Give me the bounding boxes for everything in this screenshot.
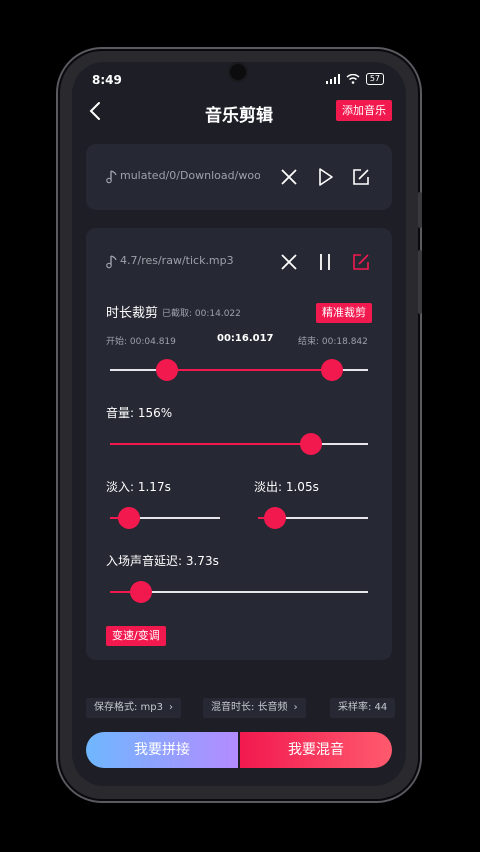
volume-button (418, 250, 422, 314)
delay-handle[interactable] (129, 581, 152, 603)
chip-label: 采样率: 44 (338, 702, 388, 713)
power-button (418, 192, 422, 228)
mix-duration-chip[interactable]: 混音时长: 长音频 › (203, 698, 306, 718)
signal-icon (325, 74, 340, 84)
volume-slider[interactable] (110, 432, 368, 456)
track-row-1: mulated/0/Download/wood (86, 162, 392, 192)
fade-out-handle[interactable] (263, 507, 286, 529)
close-icon[interactable] (278, 166, 300, 188)
volume-label: 音量: 156% (106, 406, 173, 420)
chevron-right-icon: › (169, 702, 173, 713)
trim-start: 开始: 00:04.819 (106, 337, 176, 347)
pause-icon[interactable] (314, 251, 336, 273)
trim-cut-info: 已截取: 00:14.022 (162, 309, 241, 319)
fade-in-label: 淡入: 1.17s (106, 480, 171, 494)
track-row-2: 4.7/res/raw/tick.mp3 (86, 247, 392, 277)
chip-label: 保存格式: mp3 (94, 702, 163, 713)
status-bar: 8:49 57 (72, 62, 406, 98)
sample-rate-chip[interactable]: 采样率: 44 (330, 698, 396, 718)
edit-icon[interactable] (350, 166, 372, 188)
status-time: 8:49 (92, 73, 122, 87)
trim-label: 时长裁剪 (106, 306, 159, 321)
music-note-icon (106, 255, 117, 269)
delay-slider[interactable] (110, 580, 368, 604)
chevron-right-icon: › (293, 702, 298, 713)
trim-current: 00:16.017 (217, 333, 274, 344)
chip-label: 混音时长: 长音频 (211, 702, 288, 713)
precise-trim-button[interactable]: 精准裁剪 (316, 303, 372, 323)
close-icon[interactable] (278, 251, 300, 273)
edit-icon[interactable] (350, 251, 372, 273)
battery-icon: 57 (365, 73, 384, 85)
volume-handle[interactable] (300, 433, 323, 455)
play-icon[interactable] (314, 166, 336, 188)
track-card-1: mulated/0/Download/wood (86, 144, 392, 210)
music-note-icon (106, 170, 117, 184)
speed-pitch-button[interactable]: 变速/变调 (106, 626, 166, 646)
splice-button[interactable]: 我要拼接 (86, 732, 238, 768)
mix-button[interactable]: 我要混音 (240, 732, 392, 768)
fade-out-slider[interactable] (258, 506, 368, 530)
delay-label: 入场声音延迟: 3.73s (106, 554, 219, 568)
fade-in-slider[interactable] (110, 506, 220, 530)
wifi-icon (346, 74, 360, 84)
format-chip[interactable]: 保存格式: mp3 › (86, 698, 181, 718)
settings-chips: 保存格式: mp3 › 混音时长: 长音频 › 采样率: 44 (86, 698, 406, 720)
screen: 8:49 57 音乐剪辑 添加音乐 mulated/0/Download/woo… (72, 62, 406, 786)
track-path: 4.7/res/raw/tick.mp3 (120, 254, 234, 267)
trim-end-handle[interactable] (320, 359, 343, 381)
track-path: mulated/0/Download/wood (120, 169, 260, 182)
status-icons: 57 (325, 73, 384, 85)
fade-out-label: 淡出: 1.05s (254, 480, 319, 494)
slider-fill (166, 369, 332, 371)
add-music-button[interactable]: 添加音乐 (336, 100, 392, 121)
trim-range-slider[interactable] (110, 358, 368, 382)
slider-fill (110, 443, 312, 445)
fade-in-handle[interactable] (117, 507, 140, 529)
track-card-2: 4.7/res/raw/tick.mp3 时长裁剪 已截取: 00:14.022… (86, 228, 392, 660)
trim-end: 结束: 00:18.842 (298, 337, 368, 347)
trim-start-handle[interactable] (155, 359, 178, 381)
